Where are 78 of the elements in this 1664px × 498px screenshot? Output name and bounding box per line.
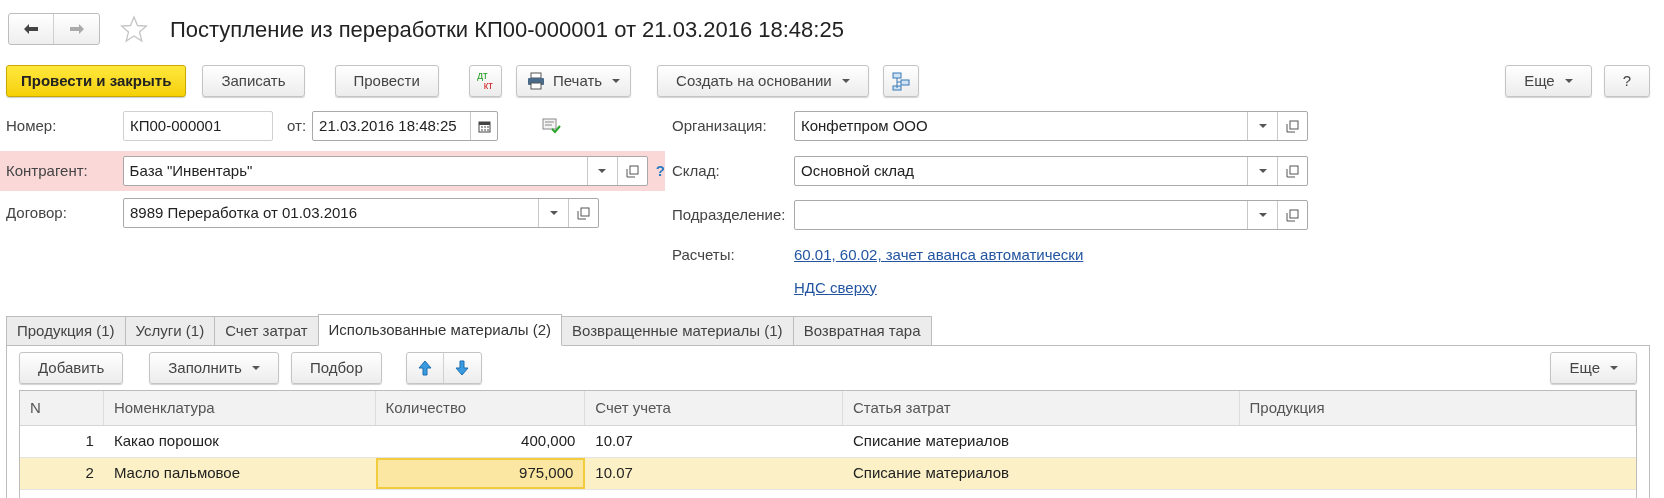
- up-arrow-icon: [417, 360, 432, 376]
- toolbar-button[interactable]: Провести: [334, 65, 439, 97]
- star-icon[interactable]: [120, 15, 148, 43]
- toolbar-button[interactable]: Добавить: [19, 352, 124, 384]
- window-title: Поступление из переработки КП00-000001 от 21.03.2016 18:48:25: [170, 15, 844, 44]
- column-header[interactable]: Номенклатура: [103, 391, 376, 425]
- table-cell-text: Какао порошок: [112, 431, 220, 452]
- post-and-close-button[interactable]: Провести и закрыть: [6, 65, 187, 97]
- menu-button[interactable]: Заполнить: [149, 352, 279, 384]
- open-form-icon: [1286, 208, 1299, 222]
- menu-button[interactable]: Создать на основании: [657, 65, 869, 97]
- field-label: Склад:: [672, 160, 721, 181]
- caret-icon: [598, 169, 607, 173]
- table-cell-text: Списание материалов: [852, 431, 1011, 452]
- caret-icon: [1258, 169, 1267, 173]
- tab[interactable]: Продукция (1): [6, 316, 126, 346]
- field-label: Контрагент:: [6, 160, 89, 181]
- table-cell-text: 10.07: [594, 463, 634, 484]
- open-form-icon: [577, 206, 590, 220]
- tab[interactable]: Возвратная тара: [792, 316, 932, 346]
- column-header[interactable]: Продукция: [1239, 391, 1636, 425]
- caret-icon: [549, 211, 558, 215]
- debit-credit-button[interactable]: дт кт: [468, 65, 502, 97]
- tab[interactable]: Счет затрат: [214, 316, 319, 346]
- warehouse-field[interactable]: Основной склад: [794, 156, 1308, 186]
- caret-icon: [251, 366, 260, 370]
- column-header[interactable]: N: [20, 391, 104, 425]
- menu-button[interactable]: Еще: [1505, 65, 1592, 97]
- table-cell-text: 400,000: [520, 431, 577, 452]
- print-button[interactable]: Печать: [515, 65, 632, 97]
- document-check-icon: [542, 118, 562, 134]
- open-form-icon: [625, 164, 639, 178]
- tab[interactable]: Услуги (1): [124, 316, 216, 346]
- toolbar-button[interactable]: Подбор: [290, 352, 382, 384]
- hierarchy-icon: [891, 71, 910, 91]
- calendar-icon: [477, 119, 491, 133]
- field-label: Договор:: [6, 202, 68, 223]
- structure-button[interactable]: [882, 65, 919, 97]
- field-label: Расчеты:: [672, 244, 736, 265]
- back-arrow-icon: [23, 23, 39, 35]
- contract-field[interactable]: 8989 Переработка от 01.03.2016: [123, 198, 599, 228]
- column-header[interactable]: Количество: [375, 391, 586, 425]
- counterparty-field[interactable]: База "Инвентарь": [122, 156, 648, 186]
- field-label: от:: [287, 115, 307, 136]
- vat-link[interactable]: НДС сверху: [794, 276, 877, 300]
- caret-icon: [1258, 124, 1267, 128]
- open-form-icon: [1286, 119, 1299, 133]
- caret-icon: [1564, 79, 1573, 83]
- caret-icon: [612, 79, 621, 83]
- tab[interactable]: Возвращенные материалы (1): [561, 316, 794, 346]
- organization-field[interactable]: Конфетпром ООО: [794, 111, 1308, 141]
- field-label: Номер:: [6, 115, 58, 136]
- field-label: Подразделение:: [672, 204, 787, 225]
- caret-icon: [1610, 366, 1618, 370]
- caret-icon: [841, 79, 850, 83]
- printer-icon: [526, 72, 545, 90]
- table-cell-text: 1: [84, 431, 95, 452]
- number-field[interactable]: КП00-000001: [123, 111, 273, 141]
- table-cell-text: Списание материалов: [852, 463, 1011, 484]
- down-arrow-icon: [455, 360, 470, 376]
- caret-icon: [1258, 213, 1267, 217]
- table-row[interactable]: 2 Масло пальмовое 975,000 10.07 Списание материалов: [20, 458, 1636, 490]
- forward-arrow-icon: [68, 23, 85, 35]
- table-cell-text: 2: [84, 463, 95, 484]
- open-form-icon: [1286, 164, 1299, 178]
- menu-button[interactable]: Еще: [1550, 352, 1637, 384]
- toolbar-button[interactable]: Записать: [202, 65, 305, 97]
- settlements-link[interactable]: 60.01, 60.02, зачет аванса автоматически: [794, 243, 1084, 267]
- date-field[interactable]: 21.03.2016 18:48:25: [312, 111, 499, 141]
- tab[interactable]: Использованные материалы (2): [317, 314, 563, 346]
- toolbar-button[interactable]: ?: [1603, 65, 1650, 97]
- table-cell: 975,000: [375, 458, 586, 489]
- column-header[interactable]: Статья затрат: [843, 391, 1240, 425]
- division-field[interactable]: [794, 200, 1308, 230]
- column-header[interactable]: Счет учета: [585, 391, 843, 425]
- field-label: Организация:: [672, 115, 768, 136]
- table-cell-text: 10.07: [594, 431, 634, 452]
- table-cell-text: Масло пальмовое: [112, 463, 242, 484]
